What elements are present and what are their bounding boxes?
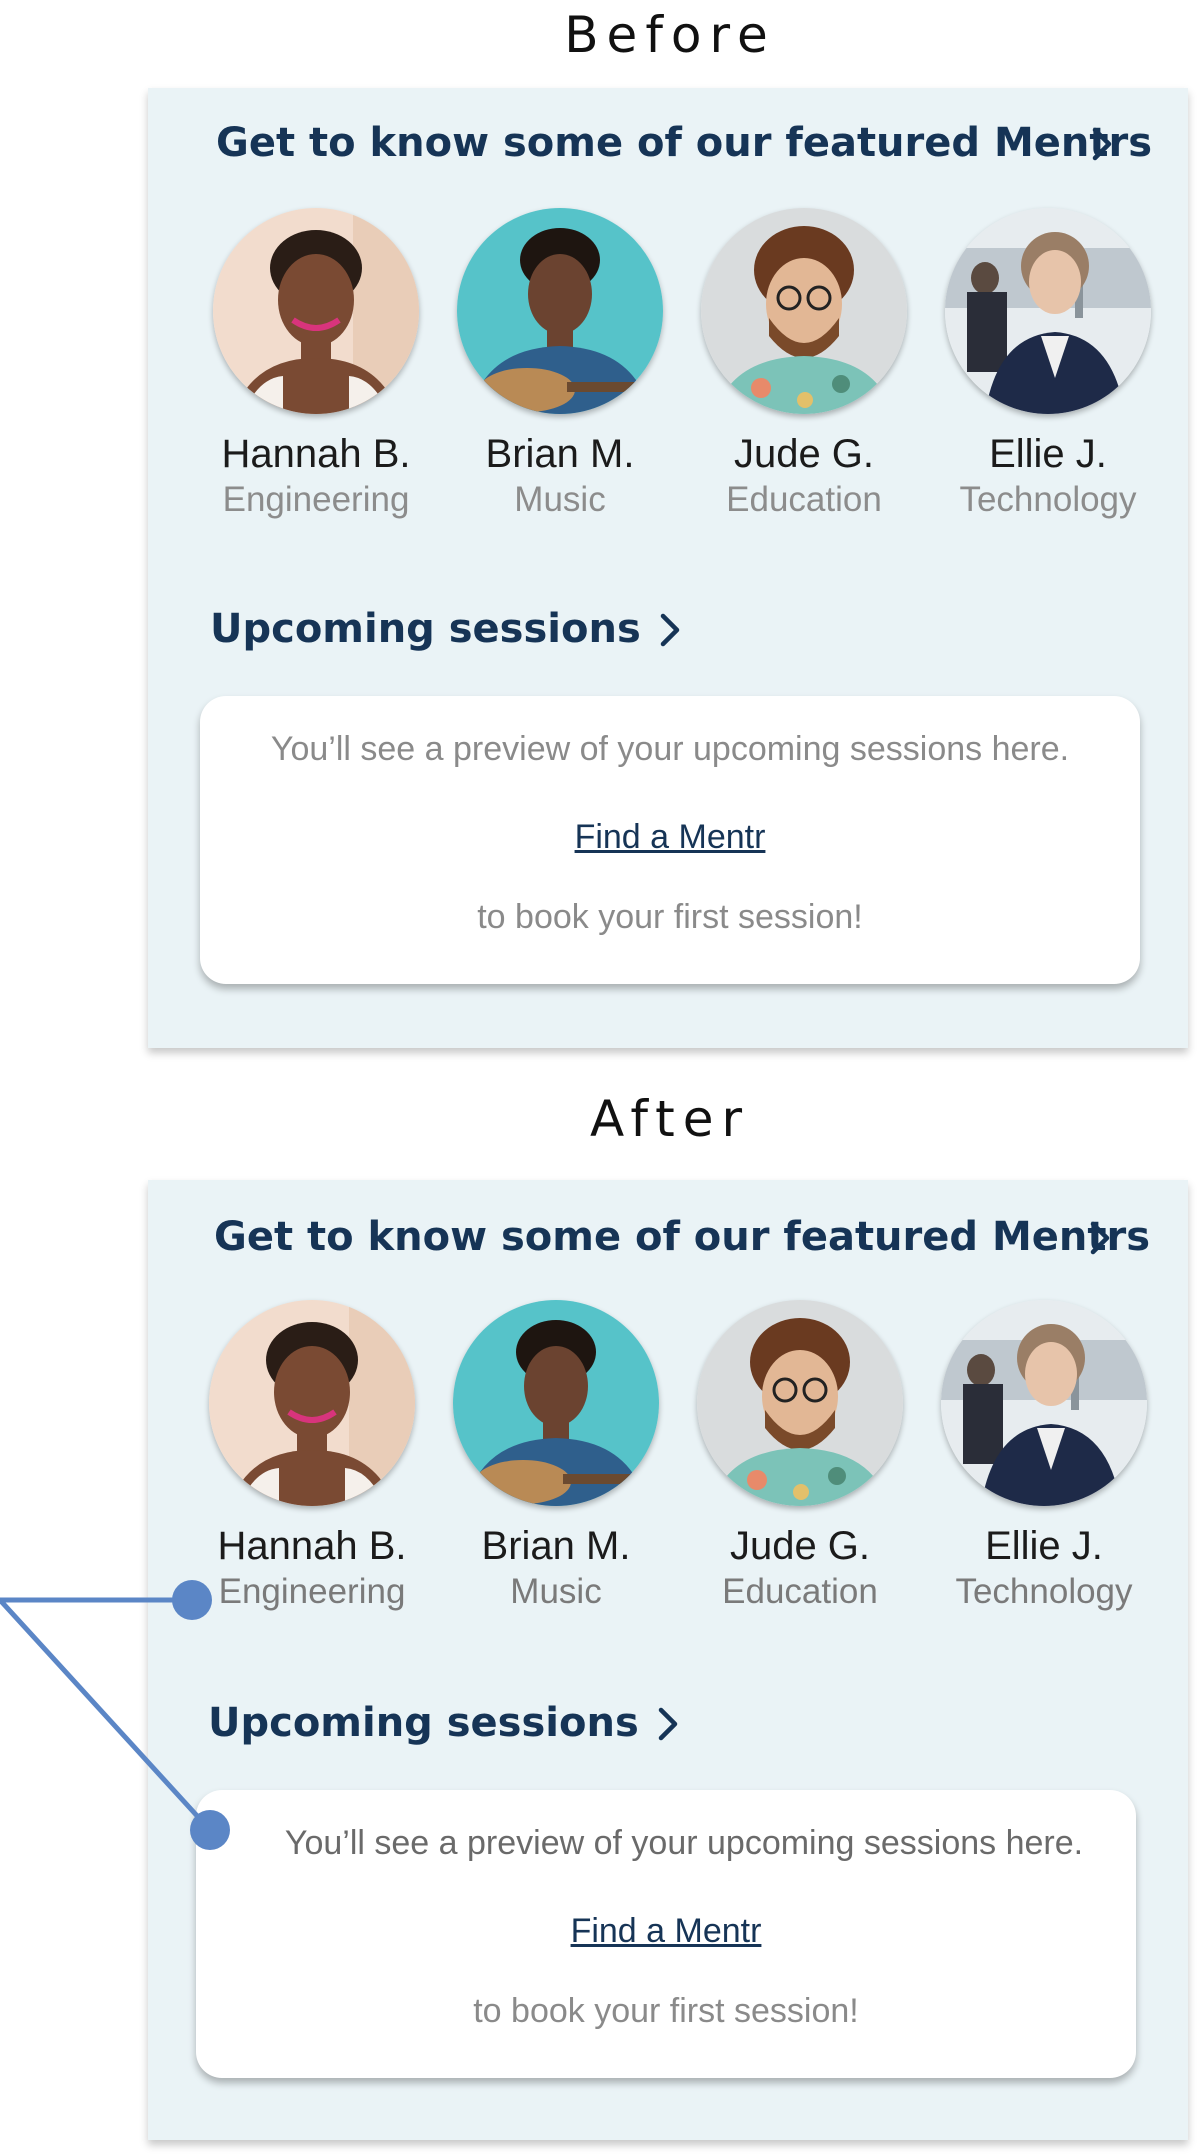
- mentor-name: Jude G.: [729, 1524, 871, 1568]
- find-a-mentr-link[interactable]: Find a Mentr: [200, 818, 1140, 857]
- avatar: [945, 208, 1151, 414]
- mentor-field: Engineering: [222, 480, 410, 519]
- upcoming-sessions-title[interactable]: Upcoming sessions: [210, 606, 641, 652]
- avatar: [701, 208, 907, 414]
- mentor-card[interactable]: Jude G. Education: [684, 208, 924, 522]
- book-first-session-text: to book your first session!: [473, 1992, 859, 2030]
- book-first-session-text: to book your first session!: [477, 898, 863, 936]
- mentor-name: Hannah B.: [221, 432, 411, 476]
- mentor-name: Brian M.: [485, 432, 635, 476]
- avatar: [213, 208, 419, 414]
- mentor-field: Music: [514, 480, 606, 519]
- chevron-right-icon[interactable]: [1080, 122, 1124, 166]
- chevron-right-icon[interactable]: [648, 608, 692, 652]
- find-a-mentr-link[interactable]: Find a Mentr: [196, 1912, 1136, 1951]
- avatar: [209, 1300, 415, 1506]
- mentor-name: Jude G.: [733, 432, 875, 476]
- after-screen: Get to know some of our featured Mentrs …: [148, 1180, 1188, 2140]
- mentor-field: Engineering: [218, 1572, 406, 1611]
- upcoming-sessions-card: You’ll see a preview of your upcoming se…: [200, 696, 1140, 984]
- avatar: [941, 1300, 1147, 1506]
- before-screen: Get to know some of our featured Mentrs …: [148, 88, 1188, 1048]
- upcoming-sessions-card: You’ll see a preview of your upcoming se…: [196, 1790, 1136, 2078]
- mentor-name: Brian M.: [481, 1524, 631, 1568]
- mentor-field: Education: [726, 480, 882, 519]
- featured-mentrs-title[interactable]: Get to know some of our featured Mentrs: [214, 1214, 1150, 1260]
- mentor-field: Technology: [959, 480, 1137, 519]
- mentor-card[interactable]: Jude G. Education: [680, 1300, 920, 1614]
- mentor-card[interactable]: Hannah B. Engineering: [192, 1300, 432, 1614]
- mentor-field: Music: [510, 1572, 602, 1611]
- avatar: [697, 1300, 903, 1506]
- after-label: After: [589, 1090, 751, 1148]
- mentor-card[interactable]: Ellie J. Technology: [928, 208, 1168, 522]
- before-label: Before: [564, 6, 776, 64]
- chevron-right-icon[interactable]: [1078, 1216, 1122, 1260]
- upcoming-sessions-title[interactable]: Upcoming sessions: [208, 1700, 639, 1746]
- mentor-name: Ellie J.: [989, 432, 1107, 476]
- avatar: [453, 1300, 659, 1506]
- avatar: [457, 208, 663, 414]
- mentor-name: Hannah B.: [217, 1524, 407, 1568]
- mentor-field: Technology: [955, 1572, 1133, 1611]
- mentor-card[interactable]: Ellie J. Technology: [924, 1300, 1164, 1614]
- featured-mentrs-title[interactable]: Get to know some of our featured Mentrs: [216, 120, 1152, 166]
- mentor-card[interactable]: Brian M. Music: [436, 1300, 676, 1614]
- upcoming-preview-hint: You’ll see a preview of your upcoming se…: [284, 1824, 1084, 1862]
- mentor-field: Education: [722, 1572, 878, 1611]
- chevron-right-icon[interactable]: [646, 1702, 690, 1746]
- mentor-card[interactable]: Brian M. Music: [440, 208, 680, 522]
- mentor-card[interactable]: Hannah B. Engineering: [196, 208, 436, 522]
- upcoming-preview-hint: You’ll see a preview of your upcoming se…: [270, 730, 1070, 768]
- mentor-name: Ellie J.: [985, 1524, 1103, 1568]
